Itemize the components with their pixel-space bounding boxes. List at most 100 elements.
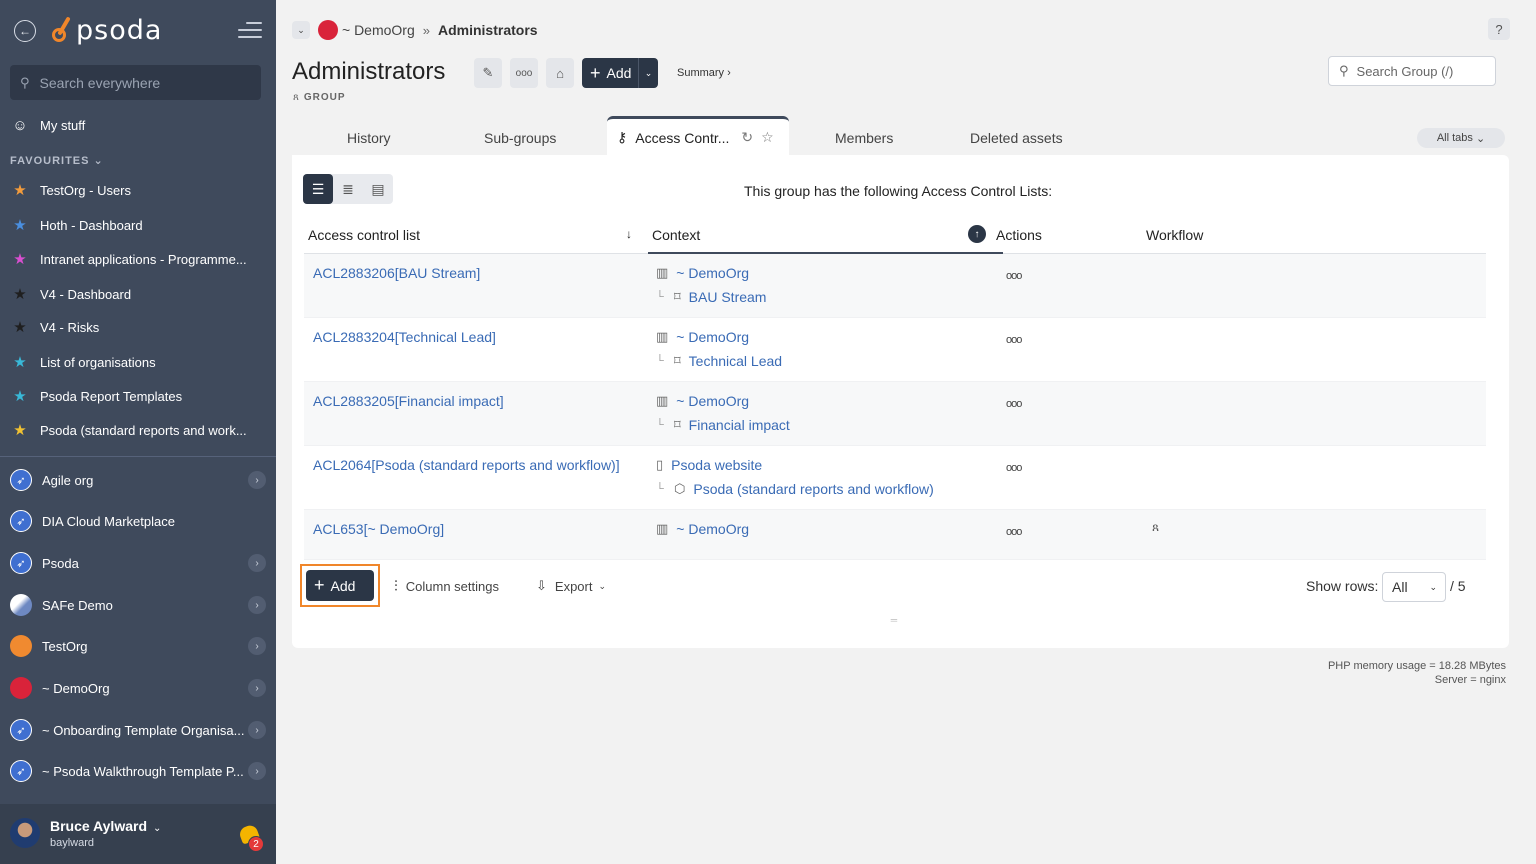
star-outline-icon[interactable]: ☆ xyxy=(761,129,774,146)
context-parent-link[interactable]: Psoda website xyxy=(671,457,762,473)
acl-link[interactable]: ACL2883205[Financial impact] xyxy=(313,393,504,409)
back-icon[interactable]: ← xyxy=(14,20,36,42)
tag-icon: ⌑ xyxy=(674,289,681,304)
context-parent-link[interactable]: ~ DemoOrg xyxy=(676,393,749,409)
org-label: TestOrg xyxy=(42,638,88,654)
sort-up-icon[interactable]: ↑ xyxy=(968,225,986,243)
org-label: Psoda xyxy=(42,555,79,571)
chevron-right-icon[interactable]: › xyxy=(248,637,266,655)
favourites-header[interactable]: FAVOURITES ⌄ xyxy=(10,154,104,167)
row-actions-icon[interactable]: ooo xyxy=(1006,334,1022,346)
add-menu-button[interactable]: + Add ⌄ xyxy=(582,58,658,88)
group-icon: ጸ xyxy=(293,92,300,103)
acl-link[interactable]: ACL653[~ DemoOrg] xyxy=(313,521,444,537)
context-child-link[interactable]: Psoda (standard reports and workflow) xyxy=(693,481,933,497)
add-acl-button[interactable]: + Add xyxy=(306,570,374,601)
row-actions-icon[interactable]: ooo xyxy=(1006,526,1022,538)
org-item-dia-cloud[interactable]: ➶ DIA Cloud Marketplace xyxy=(10,505,266,537)
column-context[interactable]: Context xyxy=(652,227,700,243)
column-settings-button[interactable]: ⫶ Column settings xyxy=(394,578,499,595)
favourite-label: List of organisations xyxy=(40,354,156,370)
list-view-medium-icon[interactable]: ≣ xyxy=(333,174,363,204)
summary-link[interactable]: Summary › xyxy=(677,67,731,79)
server-info: Server = nginx xyxy=(1434,674,1506,686)
row-actions-icon[interactable]: ooo xyxy=(1006,398,1022,410)
tab-deleted-assets[interactable]: Deleted assets xyxy=(970,130,1063,146)
table-row: ACL653[~ DemoOrg] ▥ ~ DemoOrg ooo ጸ xyxy=(304,510,1486,560)
context-child-link[interactable]: Technical Lead xyxy=(689,353,782,369)
more-actions-button[interactable]: ooo xyxy=(510,58,538,88)
workflow-group-icon[interactable]: ጸ xyxy=(1152,520,1159,535)
favourite-item[interactable]: ★ TestOrg - Users xyxy=(10,176,266,204)
favourite-item[interactable]: ★ List of organisations xyxy=(10,348,266,376)
export-button[interactable]: ⇩ Export ⌄ xyxy=(536,578,606,594)
sort-arrow-icon[interactable]: ↓ xyxy=(626,227,632,241)
column-acl[interactable]: Access control list xyxy=(308,227,420,243)
page-scrollbar[interactable] xyxy=(1522,0,1536,864)
show-rows-select[interactable]: All ⌄ xyxy=(1382,572,1446,602)
search-group-placeholder: Search Group (/) xyxy=(1356,63,1454,79)
acl-link[interactable]: ACL2883206[BAU Stream] xyxy=(313,265,480,281)
collapse-menu-icon[interactable] xyxy=(238,22,262,40)
acl-link[interactable]: ACL2883204[Technical Lead] xyxy=(313,329,496,345)
tab-access-label: Access Contr... xyxy=(635,129,730,146)
user-name[interactable]: Bruce Aylward ⌄ xyxy=(50,818,161,834)
chevron-down-icon[interactable]: ⌄ xyxy=(292,21,310,39)
chevron-right-icon[interactable]: › xyxy=(248,762,266,780)
row-actions-icon[interactable]: ooo xyxy=(1006,270,1022,282)
tab-access-control[interactable]: ⚷ Access Contr... ↻ ☆ xyxy=(607,116,789,156)
resize-handle-icon[interactable]: ═ xyxy=(888,615,900,625)
column-workflow[interactable]: Workflow xyxy=(1146,227,1203,243)
org-item-psoda[interactable]: ➶ Psoda › xyxy=(10,547,266,579)
user-panel[interactable]: Bruce Aylward ⌄ baylward 2 xyxy=(0,804,276,864)
my-stuff-link[interactable]: ☺ My stuff xyxy=(10,111,266,139)
all-tabs-button[interactable]: All tabs ⌄ xyxy=(1417,128,1505,148)
context-parent-link[interactable]: ~ DemoOrg xyxy=(676,521,749,537)
chevron-right-icon[interactable]: › xyxy=(248,721,266,739)
help-button[interactable]: ? xyxy=(1488,18,1510,40)
tab-members[interactable]: Members xyxy=(835,130,893,146)
tab-subgroups[interactable]: Sub-groups xyxy=(484,130,556,146)
org-item-safe-demo[interactable]: SAFe Demo › xyxy=(10,589,266,621)
favourite-item[interactable]: ★ Psoda (standard reports and work... xyxy=(10,416,266,444)
user-login: baylward xyxy=(50,837,95,849)
org-item-onboarding[interactable]: ➶ ~ Onboarding Template Organisa... › xyxy=(10,714,266,746)
favourite-item[interactable]: ★ Psoda Report Templates xyxy=(10,382,266,410)
favourite-item[interactable]: ★ Intranet applications - Programme... xyxy=(10,245,266,273)
chevron-down-icon: ⌄ xyxy=(598,580,607,591)
chevron-right-icon[interactable]: › xyxy=(248,596,266,614)
avatar[interactable] xyxy=(10,818,40,848)
org-item-walkthrough[interactable]: ➶ ~ Psoda Walkthrough Template P... › xyxy=(10,755,266,787)
chevron-right-icon[interactable]: › xyxy=(248,679,266,697)
favourite-item[interactable]: ★ Hoth - Dashboard xyxy=(10,211,266,239)
search-everywhere-input[interactable]: ⚲ Search everywhere xyxy=(10,65,261,100)
table-header: Access control list ↓ Context ↑ Actions … xyxy=(304,219,1486,254)
favourite-item[interactable]: ★ V4 - Dashboard xyxy=(10,280,266,308)
list-view-large-icon[interactable]: ☰ xyxy=(303,174,333,204)
org-label: ~ Psoda Walkthrough Template P... xyxy=(42,763,244,779)
org-item-agile-org[interactable]: ➶ Agile org › xyxy=(10,464,266,496)
tab-history[interactable]: History xyxy=(347,130,391,146)
breadcrumb-org[interactable]: ~ DemoOrg xyxy=(342,22,415,38)
context-child-link[interactable]: BAU Stream xyxy=(689,289,767,305)
org-item-demoorg[interactable]: ~ DemoOrg › xyxy=(10,672,266,704)
edit-button[interactable]: ✎ xyxy=(474,58,502,88)
chevron-right-icon[interactable]: › xyxy=(248,471,266,489)
context-parent-link[interactable]: ~ DemoOrg xyxy=(676,265,749,281)
search-group-input[interactable]: ⚲ Search Group (/) xyxy=(1328,56,1496,86)
org-label: Agile org xyxy=(42,472,94,488)
tag-button[interactable]: ⌂ xyxy=(546,58,574,88)
context-parent-link[interactable]: ~ DemoOrg xyxy=(676,329,749,345)
psoda-logo[interactable]: psoda xyxy=(50,14,162,46)
acl-link[interactable]: ACL2064[Psoda (standard reports and work… xyxy=(313,457,620,473)
org-item-testorg[interactable]: TestOrg › xyxy=(10,630,266,662)
star-icon: ★ xyxy=(13,217,27,234)
show-rows-label: Show rows: xyxy=(1306,578,1379,594)
context-child-link[interactable]: Financial impact xyxy=(689,417,790,433)
refresh-icon[interactable]: ↻ xyxy=(741,129,753,146)
favourite-item[interactable]: ★ V4 - Risks xyxy=(10,313,266,341)
chevron-right-icon[interactable]: › xyxy=(248,554,266,572)
row-actions-icon[interactable]: ooo xyxy=(1006,462,1022,474)
chevron-down-icon[interactable]: ⌄ xyxy=(638,58,658,88)
list-view-compact-icon[interactable]: ▤ xyxy=(363,174,393,204)
